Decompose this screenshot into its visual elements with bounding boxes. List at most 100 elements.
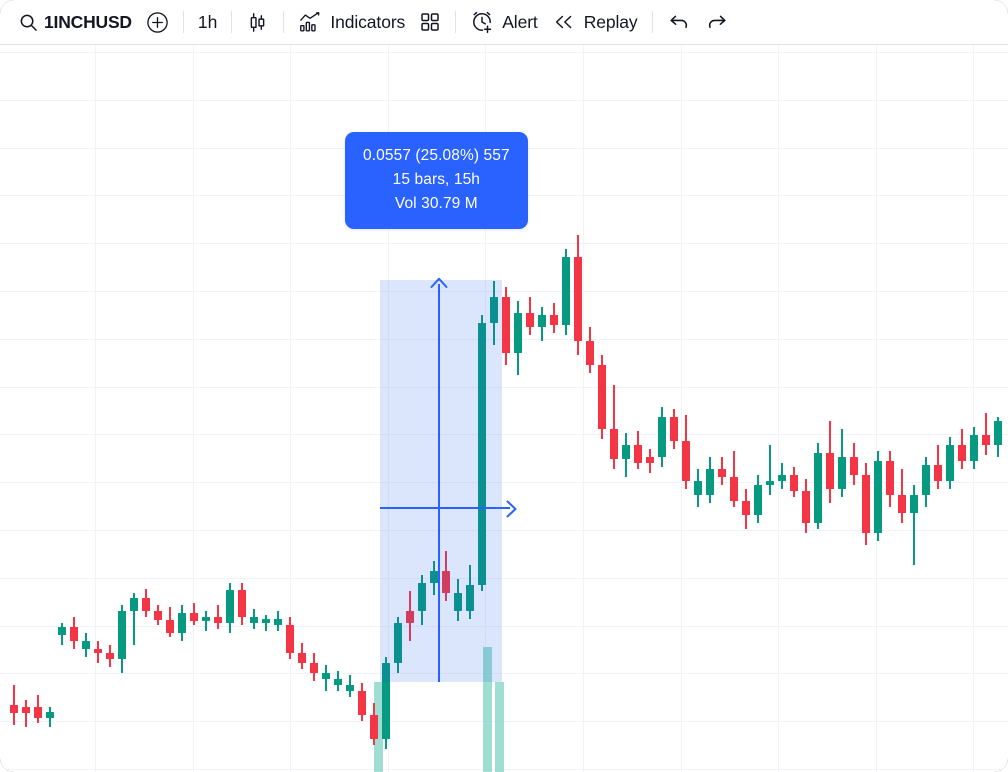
candle-body bbox=[214, 617, 222, 623]
candle-body bbox=[766, 481, 774, 485]
measurement-arrow-up-head bbox=[430, 277, 448, 288]
undo-button[interactable] bbox=[660, 6, 698, 38]
candle-body bbox=[982, 435, 990, 445]
gridline-horizontal bbox=[0, 291, 1008, 292]
chart-type-button[interactable] bbox=[239, 6, 276, 38]
candle-body bbox=[586, 341, 594, 365]
gridline-horizontal bbox=[0, 530, 1008, 531]
volume-bar bbox=[483, 647, 492, 772]
candle-body bbox=[742, 501, 750, 515]
candle-body bbox=[430, 571, 438, 583]
gridline-horizontal bbox=[0, 52, 1008, 53]
candle-body bbox=[454, 593, 462, 611]
candle-wick bbox=[265, 615, 267, 631]
candle-body bbox=[682, 441, 690, 481]
indicators-label: Indicators bbox=[330, 11, 406, 32]
plus-circle-icon bbox=[146, 11, 169, 34]
candle-body bbox=[598, 365, 606, 429]
app-window: 1INCHUSD 1h Indicators Alert Replay 0.05… bbox=[0, 0, 1008, 772]
candle-body bbox=[670, 417, 678, 441]
candle-body bbox=[94, 649, 102, 653]
candle-body bbox=[190, 613, 198, 621]
candle-body bbox=[250, 617, 258, 623]
candle-body bbox=[934, 465, 942, 481]
toolbar-divider-5 bbox=[651, 11, 653, 33]
add-symbol-button[interactable] bbox=[139, 6, 176, 38]
replay-rewind-icon bbox=[552, 10, 576, 34]
candle-body bbox=[178, 613, 186, 633]
gridline-horizontal bbox=[0, 769, 1008, 770]
candle-body bbox=[814, 453, 822, 523]
candle-body bbox=[754, 485, 762, 515]
candle-wick bbox=[205, 611, 207, 631]
top-toolbar: 1INCHUSD 1h Indicators Alert Replay bbox=[0, 0, 1008, 45]
chart-window: 1INCHUSD 1h Indicators Alert Replay 0.05… bbox=[0, 0, 1008, 772]
alert-label: Alert bbox=[502, 11, 538, 32]
interval-button[interactable]: 1h bbox=[191, 6, 224, 38]
gridline-horizontal bbox=[0, 434, 1008, 435]
candle-body bbox=[334, 679, 342, 685]
redo-arrow-icon bbox=[705, 10, 729, 34]
gridline-horizontal bbox=[0, 626, 1008, 627]
undo-arrow-icon bbox=[667, 10, 691, 34]
candle-body bbox=[910, 495, 918, 513]
candle-body bbox=[310, 663, 318, 673]
candle-body bbox=[646, 457, 654, 463]
alarm-clock-plus-icon bbox=[470, 10, 494, 34]
candle-body bbox=[286, 625, 294, 653]
candle-body bbox=[166, 620, 174, 633]
toolbar-divider-4 bbox=[455, 11, 457, 33]
candle-body bbox=[382, 663, 390, 739]
candle-body bbox=[82, 641, 90, 649]
candle-body bbox=[262, 619, 270, 623]
candle-body bbox=[622, 445, 630, 459]
replay-button[interactable]: Replay bbox=[545, 6, 645, 38]
gridline-vertical bbox=[876, 45, 877, 772]
measurement-volume: Vol 30.79 M bbox=[394, 195, 478, 213]
candle-body bbox=[790, 475, 798, 491]
candle-wick bbox=[769, 445, 771, 495]
gridline-horizontal bbox=[0, 673, 1008, 674]
grid-layout-icon bbox=[419, 11, 441, 33]
gridline-vertical bbox=[290, 45, 291, 772]
gridline-horizontal bbox=[0, 482, 1008, 483]
candle-body bbox=[874, 461, 882, 533]
candle-body bbox=[202, 617, 210, 621]
candle-body bbox=[526, 313, 534, 327]
candle-body bbox=[442, 571, 450, 593]
indicators-button[interactable]: Indicators bbox=[291, 6, 412, 38]
alert-button[interactable]: Alert bbox=[463, 6, 544, 38]
candle-body bbox=[994, 421, 1002, 445]
candle-body bbox=[118, 611, 126, 659]
chart-canvas[interactable]: 0.0557 (25.08%) 557 15 bars, 15h Vol 30.… bbox=[0, 45, 1008, 772]
candle-body bbox=[574, 257, 582, 341]
gridline-vertical bbox=[193, 45, 194, 772]
candle-body bbox=[514, 313, 522, 353]
candle-body bbox=[502, 297, 510, 353]
candle-body bbox=[130, 598, 138, 611]
gridline-horizontal bbox=[0, 578, 1008, 579]
volume-bar bbox=[495, 682, 504, 772]
toolbar-divider-3 bbox=[283, 11, 285, 33]
gridline-vertical bbox=[95, 45, 96, 772]
replay-label: Replay bbox=[583, 11, 638, 32]
candle-body bbox=[634, 445, 642, 463]
candle-body bbox=[886, 461, 894, 495]
layout-button[interactable] bbox=[412, 6, 448, 38]
candle-body bbox=[418, 583, 426, 611]
symbol-label: 1INCHUSD bbox=[44, 11, 132, 32]
candle-body bbox=[838, 457, 846, 489]
candle-body bbox=[406, 611, 414, 623]
candle-body bbox=[346, 685, 354, 691]
candle-body bbox=[922, 465, 930, 495]
candle-body bbox=[970, 435, 978, 461]
candle-body bbox=[694, 481, 702, 495]
symbol-search-button[interactable]: 1INCHUSD bbox=[12, 6, 139, 38]
candle-body bbox=[466, 585, 474, 611]
indicators-chart-icon bbox=[298, 10, 322, 34]
candle-body bbox=[958, 445, 966, 461]
candle-body bbox=[226, 590, 234, 623]
gridline-horizontal bbox=[0, 243, 1008, 244]
redo-button[interactable] bbox=[698, 6, 736, 38]
candle-body bbox=[322, 673, 330, 679]
